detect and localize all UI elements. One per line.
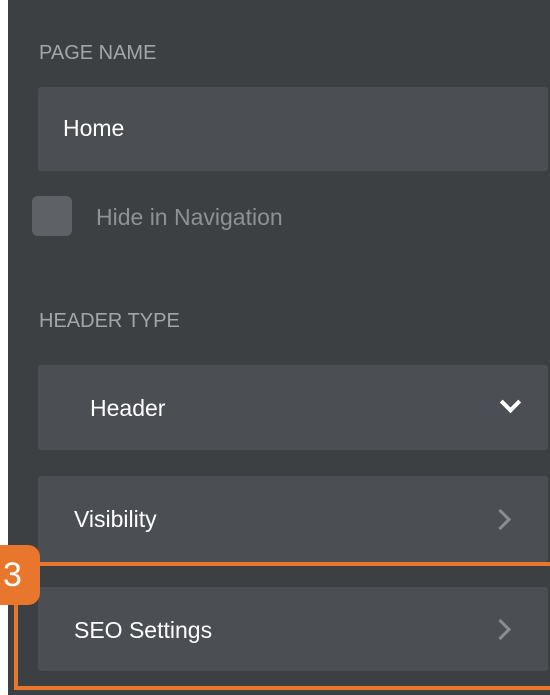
visibility-menu-item[interactable]: Visibility [38,476,548,562]
step-highlight-frame [14,562,550,690]
header-type-value: Header [90,395,166,421]
chevron-down-icon [499,391,522,414]
page-name-input[interactable]: Home [38,87,548,171]
header-type-label: HEADER TYPE [39,310,180,332]
header-type-select[interactable]: Header [38,365,548,450]
hide-in-navigation-checkbox[interactable] [32,196,72,236]
chevron-right-icon [489,508,512,531]
hide-in-navigation-label: Hide in Navigation [96,204,283,230]
step-number-badge: 3 [0,545,40,605]
page-name-value: Home [63,115,125,141]
visibility-label: Visibility [74,506,157,532]
page-name-label: PAGE NAME [39,42,157,64]
